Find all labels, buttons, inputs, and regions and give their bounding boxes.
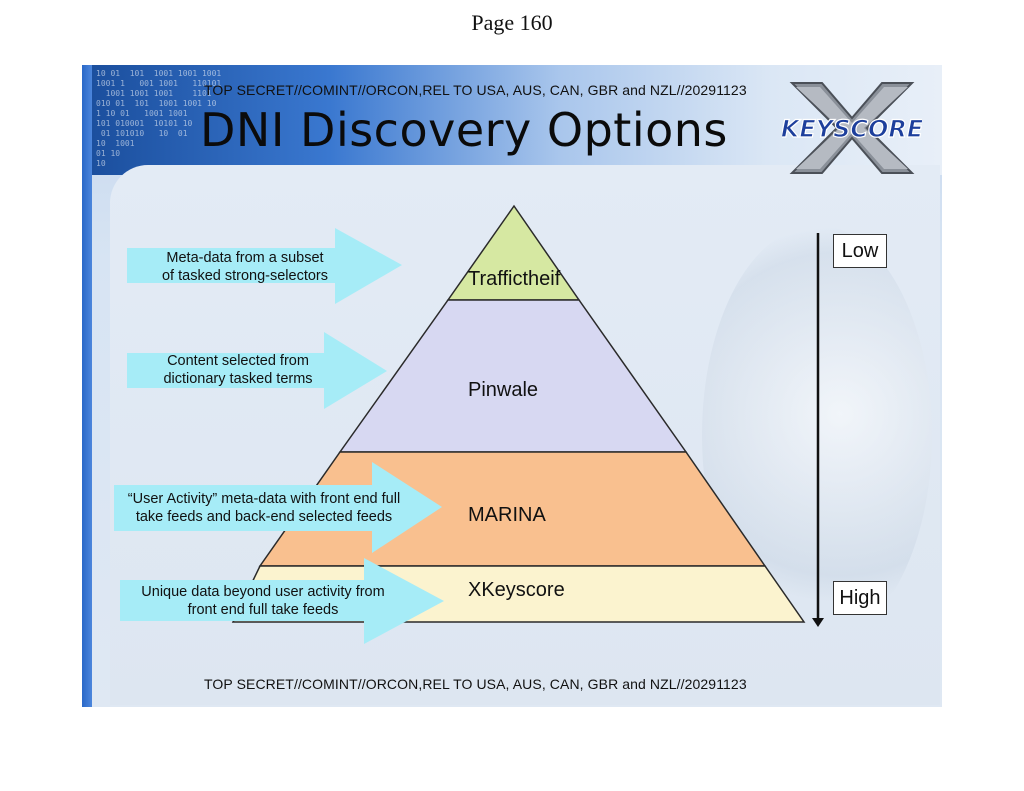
level-label-pinwale: Pinwale	[468, 379, 539, 401]
level-label-xkeyscore: XKeyscore	[468, 579, 565, 601]
arrow-1-text: Meta-data from a subset of tasked strong…	[130, 249, 360, 285]
slide: 10 01 101 1001 1001 1001 1001 1 001 1001…	[82, 65, 942, 707]
level-pinwale	[338, 299, 688, 453]
scale-low-label: Low	[833, 234, 887, 268]
level-label-traffictheif: Traffictheif	[468, 268, 561, 290]
level-label-marina: MARINA	[468, 504, 546, 526]
arrow-4-text: Unique data beyond user activity from fr…	[118, 583, 408, 619]
arrow-1-line-2: of tasked strong-selectors	[161, 268, 329, 284]
arrow-2-text: Content selected from dictionary tasked …	[128, 352, 348, 388]
arrow-3-line-1: “User Activity” meta-data with front end…	[127, 491, 401, 507]
classification-banner-bottom: TOP SECRET//COMINT//ORCON,REL TO USA, AU…	[204, 676, 747, 692]
arrow-2-line-1: Content selected from	[167, 353, 309, 369]
arrow-3-text: “User Activity” meta-data with front end…	[104, 490, 424, 526]
arrow-2-line-2: dictionary tasked terms	[163, 371, 313, 387]
scale-high-label: High	[833, 581, 887, 615]
arrow-4-line-1: Unique data beyond user activity from	[141, 584, 385, 600]
page-number: Page 160	[471, 10, 553, 35]
arrow-1-line-1: Meta-data from a subset	[166, 250, 324, 266]
scale-arrow-head	[812, 618, 824, 627]
arrow-3-line-2: take feeds and back-end selected feeds	[135, 509, 393, 525]
arrow-4-line-2: front end full take feeds	[187, 602, 339, 618]
